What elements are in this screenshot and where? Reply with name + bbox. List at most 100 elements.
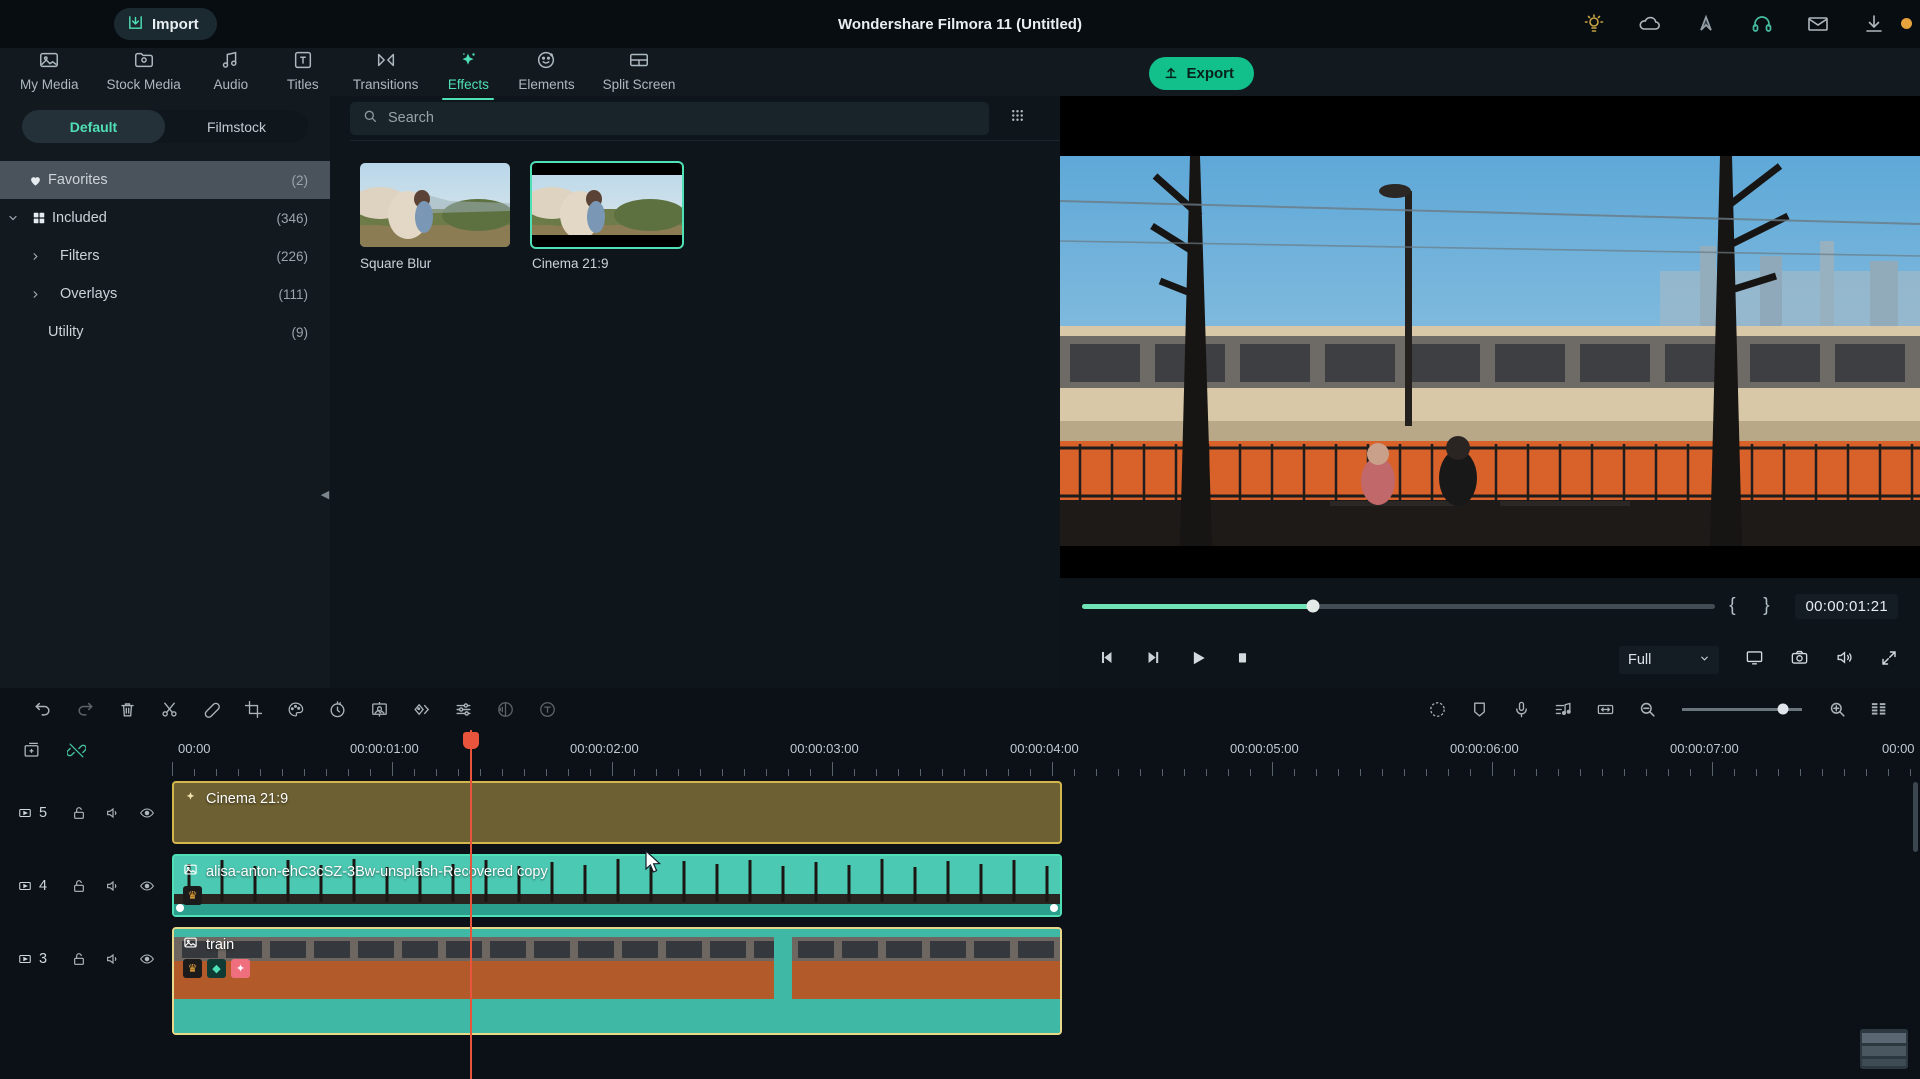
chevron-down-icon[interactable]: [0, 212, 26, 224]
add-track-icon[interactable]: [22, 741, 41, 765]
timeline-minimap[interactable]: [1860, 1029, 1908, 1069]
delete-icon[interactable]: [106, 700, 148, 719]
mute-icon[interactable]: [96, 878, 130, 894]
step-back-button[interactable]: [1098, 648, 1117, 672]
timeline-clip-train[interactable]: train ♛ ◆ ✦: [172, 927, 1062, 1035]
track-lane-3[interactable]: train ♛ ◆ ✦: [172, 922, 1920, 1035]
timeline-canvas[interactable]: 00:00 00:00:01:00 00:00:02:00 00:00:03:0…: [172, 730, 1920, 1079]
tab-audio[interactable]: Audio: [195, 49, 267, 96]
cloud-icon[interactable]: [1638, 12, 1662, 36]
timeline-clip-effect[interactable]: Cinema 21:9: [172, 781, 1062, 844]
effect-card-square-blur[interactable]: Square Blur: [360, 163, 510, 271]
hide-icon[interactable]: [130, 878, 164, 894]
render-preview-icon[interactable]: [1416, 700, 1458, 719]
split-icon[interactable]: [148, 700, 190, 719]
green-screen-icon[interactable]: [358, 700, 400, 719]
filmstock-icon[interactable]: [1694, 12, 1718, 36]
undo-icon[interactable]: [22, 699, 64, 719]
search-box[interactable]: [350, 101, 989, 135]
speed-icon[interactable]: [316, 700, 358, 719]
tab-my-media[interactable]: My Media: [6, 49, 93, 96]
export-button[interactable]: Export: [1149, 57, 1254, 90]
download-icon[interactable]: [1862, 12, 1886, 36]
chevron-right-icon[interactable]: [22, 251, 48, 262]
snapshot-icon[interactable]: [1790, 648, 1809, 672]
timeline-vertical-scrollbar[interactable]: [1913, 782, 1918, 852]
adjust-icon[interactable]: [442, 700, 484, 719]
preview-timecode[interactable]: 00:00:01:21: [1795, 593, 1898, 619]
marker-shield-icon[interactable]: [1458, 700, 1500, 719]
keyframe-icon[interactable]: [400, 700, 442, 719]
hide-icon[interactable]: [130, 805, 164, 821]
zoom-slider-knob[interactable]: [1777, 703, 1789, 715]
tab-effects[interactable]: Effects: [432, 49, 504, 100]
mute-icon[interactable]: [96, 805, 130, 821]
category-item-utility[interactable]: Utility (9): [0, 313, 330, 351]
fit-timeline-icon[interactable]: [1584, 700, 1626, 719]
category-item-favorites[interactable]: Favorites (2): [0, 161, 330, 199]
category-item-filters[interactable]: Filters (226): [0, 237, 330, 275]
zoom-in-icon[interactable]: [1816, 700, 1858, 719]
color-icon[interactable]: [274, 700, 316, 719]
unlink-icon[interactable]: [66, 741, 87, 765]
ruler-tick: [964, 769, 965, 776]
lock-icon[interactable]: [62, 951, 96, 967]
lock-icon[interactable]: [62, 878, 96, 894]
zoom-slider[interactable]: [1682, 703, 1802, 715]
play-button[interactable]: [1188, 648, 1208, 673]
preview-scrubber[interactable]: [1082, 599, 1716, 613]
voiceover-icon[interactable]: [1500, 700, 1542, 719]
timeline-ruler[interactable]: 00:00 00:00:01:00 00:00:02:00 00:00:03:0…: [172, 730, 1920, 776]
volume-icon[interactable]: [1835, 648, 1854, 672]
mute-icon[interactable]: [96, 951, 130, 967]
crop-icon[interactable]: [232, 700, 274, 719]
import-button[interactable]: Import: [114, 8, 217, 40]
track-header-3[interactable]: 3: [0, 922, 172, 995]
display-icon[interactable]: [1745, 648, 1764, 672]
clip-handle-left[interactable]: [176, 904, 184, 912]
auto-caption-icon[interactable]: [526, 700, 568, 719]
titles-icon: [292, 49, 314, 74]
track-header-4[interactable]: 4: [0, 849, 172, 922]
lightbulb-icon[interactable]: [1582, 12, 1606, 36]
ruler-tick: [1162, 769, 1163, 776]
marker-icon[interactable]: [190, 700, 232, 719]
mail-icon[interactable]: [1806, 12, 1830, 36]
category-item-overlays[interactable]: Overlays (111): [0, 275, 330, 313]
panel-collapse-handle[interactable]: ◀: [319, 481, 331, 507]
segment-default[interactable]: Default: [22, 110, 165, 143]
track-lane-4[interactable]: alisa-anton-ehC3cSZ-3Bw-unsplash-Recover…: [172, 849, 1920, 922]
mirror-icon[interactable]: [484, 700, 526, 719]
stop-button[interactable]: [1234, 649, 1251, 671]
preview-stage[interactable]: [1060, 96, 1920, 578]
track-lane-5[interactable]: Cinema 21:9: [172, 776, 1920, 849]
tab-split-screen[interactable]: Split Screen: [589, 49, 690, 96]
grid-view-icon[interactable]: [1009, 107, 1026, 129]
clip-handle-right[interactable]: [1050, 904, 1058, 912]
scrubber-knob[interactable]: [1306, 599, 1320, 613]
effect-card-cinema-21-9[interactable]: Cinema 21:9: [532, 163, 682, 271]
segment-filmstock[interactable]: Filmstock: [165, 110, 308, 143]
chevron-right-icon[interactable]: [22, 289, 48, 300]
headset-icon[interactable]: [1750, 12, 1774, 36]
ruler-tick: [634, 769, 635, 776]
redo-icon[interactable]: [64, 699, 106, 719]
hide-icon[interactable]: [130, 951, 164, 967]
step-forward-button[interactable]: [1143, 648, 1162, 672]
zoom-out-icon[interactable]: [1626, 700, 1668, 719]
tab-stock-media[interactable]: Stock Media: [93, 49, 195, 96]
timeline-layout-icon[interactable]: [1858, 700, 1900, 719]
lock-icon[interactable]: [62, 805, 96, 821]
tab-transitions[interactable]: Transitions: [339, 49, 433, 96]
track-header-5[interactable]: 5: [0, 776, 172, 849]
tab-elements[interactable]: Elements: [504, 49, 588, 96]
quality-select[interactable]: Full: [1619, 646, 1719, 674]
audio-mixer-icon[interactable]: [1542, 700, 1584, 719]
tab-titles[interactable]: Titles: [267, 49, 339, 96]
mark-out-button[interactable]: }: [1749, 595, 1783, 617]
search-input[interactable]: [388, 110, 977, 126]
category-item-included[interactable]: Included (346): [0, 199, 330, 237]
mark-in-button[interactable]: {: [1715, 595, 1749, 617]
fullscreen-icon[interactable]: [1880, 649, 1898, 672]
timeline-clip-video[interactable]: alisa-anton-ehC3cSZ-3Bw-unsplash-Recover…: [172, 854, 1062, 917]
